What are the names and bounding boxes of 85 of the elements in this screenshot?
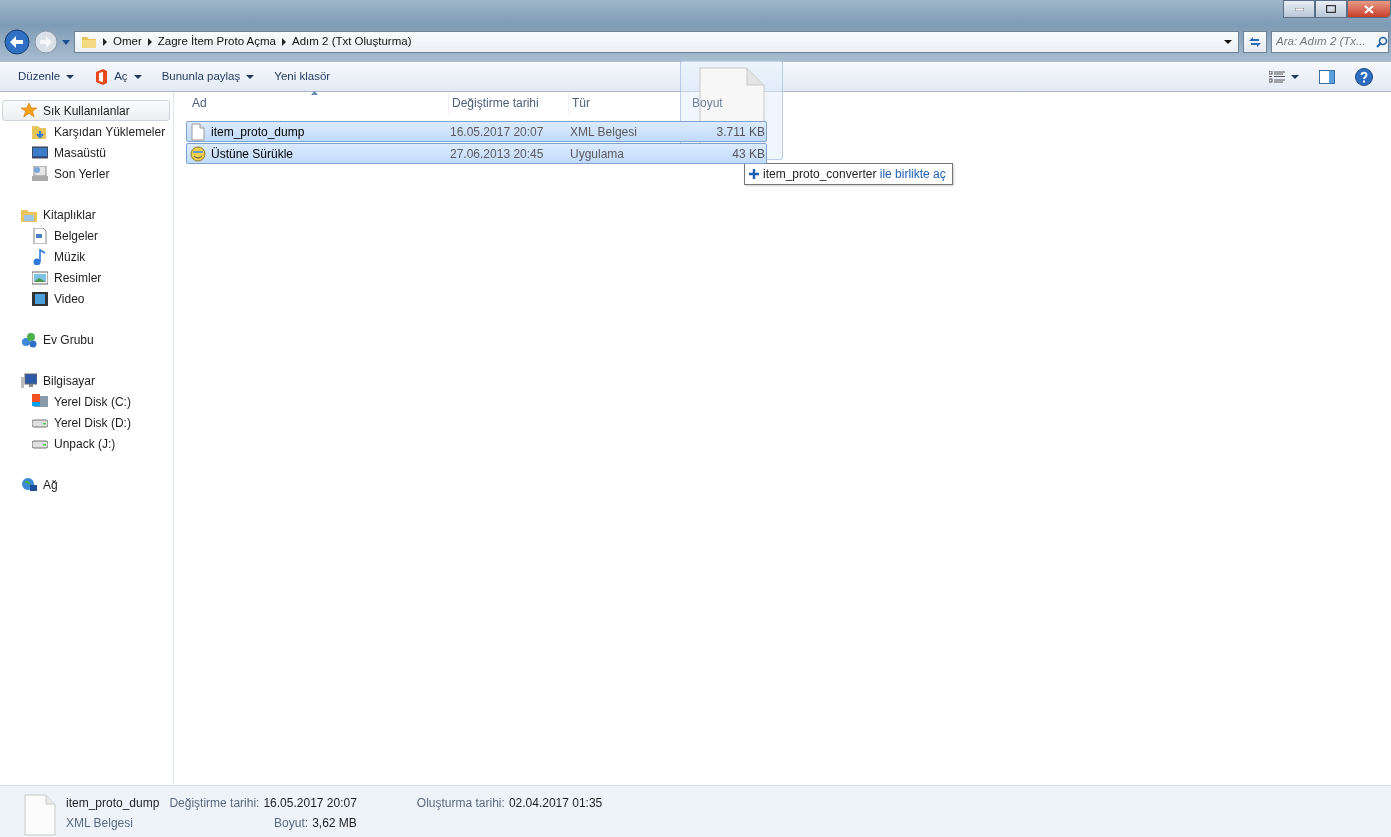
back-button[interactable] [4,29,30,55]
refresh-button[interactable] [1243,31,1267,53]
field-value: 16.05.2017 20:07 [263,795,357,812]
globe-icon [21,476,37,493]
computer-icon [21,372,37,389]
breadcrumb[interactable]: Zagre İtem Proto Açma [157,33,276,51]
sidebar-item[interactable]: Sık Kullanılanlar [2,100,170,121]
column-header[interactable]: Değiştirme tarihi [449,92,569,114]
table-cell-text: XML Belgesi [569,123,638,141]
field-label: Boyut: [274,815,309,832]
plus-icon [749,169,759,179]
minimize-icon [1294,7,1304,11]
field-value: 02.04.2017 01:35 [508,795,603,812]
caret-icon [133,75,142,79]
desktop-icon [32,144,48,161]
sidebar-item[interactable]: Yerel Disk (C:) [2,391,170,412]
file-name: item_proto_dump [66,795,160,812]
app-icon [94,69,109,85]
sidebar-item[interactable]: Belgeler [2,225,170,246]
maximize-button[interactable] [1315,0,1347,18]
table-cell-text: 27.06.2013 20:45 [449,145,545,163]
sidebar-item[interactable]: Video [2,288,170,309]
sidebar-item[interactable]: Son Yerler [2,163,170,184]
download-folder-icon [32,123,48,140]
recent-places-icon [32,165,48,182]
breadcrumb-arrow-icon[interactable] [103,38,107,46]
sidebar-item[interactable]: Yerel Disk (D:) [2,412,170,433]
toolbar-button[interactable]: Düzenle [8,65,85,89]
table-cell-text: 16.05.2017 20:07 [449,123,545,141]
history-caret-icon[interactable] [62,39,70,45]
field-label: Değiştirme tarihi: [169,795,260,812]
sidebar-item[interactable]: Ev Grubu [2,329,170,350]
caret-icon [1291,75,1299,79]
network-circles-icon [21,331,37,348]
sidebar-item[interactable]: Bilgisayar [2,370,170,391]
smiley-icon [190,145,206,162]
caret-icon [66,75,75,79]
field-value: 3,62 MB [312,815,357,832]
folder-icon [81,34,97,50]
sidebar-item[interactable]: Unpack (J:) [2,433,170,454]
dropdown-caret-icon[interactable] [1224,40,1232,44]
breadcrumb[interactable]: Omer [113,33,142,51]
toolbar-button[interactable]: Bununla paylaş [151,65,265,89]
field-label: Oluşturma tarihi: [416,795,505,812]
breadcrumb[interactable]: Adım 2 (Txt Oluşturma) [292,33,412,51]
file-type: XML Belgesi [66,815,134,832]
help-icon [1355,68,1373,86]
file-name: item_proto_dump [211,123,305,141]
sidebar-item[interactable]: Kitaplıklar [2,204,170,225]
table-cell-text: 43 KB [731,145,765,163]
search-icon [1376,36,1388,48]
file-name: Üstüne Sürükle [211,145,294,163]
breadcrumb-arrow-icon[interactable] [282,38,286,46]
sidebar-item[interactable]: Ağ [2,474,170,495]
caret-icon [246,75,255,79]
music-note-icon [32,248,48,265]
picture-icon [32,269,48,286]
minimize-button[interactable] [1283,0,1315,18]
document-icon [24,794,56,836]
film-icon [32,290,48,307]
close-icon [1364,4,1374,14]
pane-icon [1319,70,1335,84]
drag-action-text: item_proto_converter ile birlikte aç [763,166,946,183]
maximize-icon [1326,5,1336,13]
file-row[interactable]: item_proto_dump 16.05.2017 20:07 XML Belgesi 3.711 KB [186,121,767,142]
list-view-icon [1269,71,1285,83]
sidebar-item[interactable]: Masaüstü [2,142,170,163]
column-header[interactable]: Tür [569,92,689,114]
table-cell-text: Uygulama [569,145,626,163]
star-icon [21,102,37,119]
file-row[interactable]: Üstüne Sürükle 27.06.2013 20:45 Uygulama 43 KB [186,143,767,164]
close-button[interactable] [1347,0,1391,18]
sidebar-item[interactable]: Resimler [2,267,170,288]
search-field[interactable]: Ara: Adım 2 (Tx... [1271,31,1389,53]
refresh-arrows-icon [1247,35,1263,49]
sort-arrow-icon [311,91,318,95]
sidebar-item[interactable]: Karşıdan Yüklemeler [2,121,170,142]
table-cell-text: 3.711 KB [715,123,765,141]
document-icon [32,227,48,244]
document-icon [190,122,206,141]
toolbar-button[interactable]: Aç [84,65,152,89]
breadcrumb-arrow-icon[interactable] [147,38,152,46]
sidebar-item[interactable]: Müzik [2,246,170,267]
toolbar-button[interactable]: Yeni klasör [264,65,341,89]
address-bar[interactable]: Omer Zagre İtem Proto Açma Adım 2 (Txt Oluşturma) [74,31,1239,53]
